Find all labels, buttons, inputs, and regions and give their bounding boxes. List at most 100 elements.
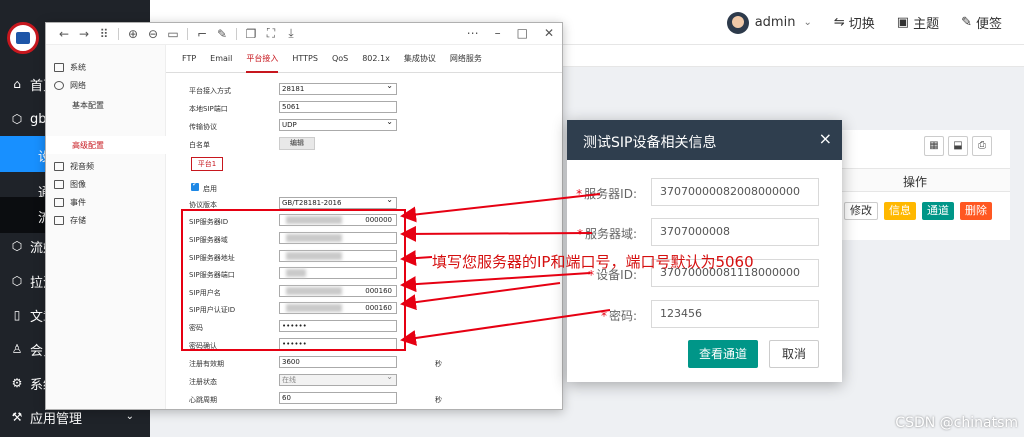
switch-icon: ⇋ bbox=[833, 15, 845, 30]
zoom-out-icon[interactable]: ⊖ bbox=[143, 27, 163, 41]
form-row-enable: 启用 bbox=[189, 180, 549, 195]
doc-icon: ▯ bbox=[13, 308, 21, 322]
close-icon[interactable]: ✕ bbox=[544, 26, 554, 40]
sidebar-item-network[interactable]: 网络 bbox=[54, 80, 86, 91]
copy-icon[interactable]: ❐ bbox=[241, 27, 261, 41]
sidebar-item-basic-config[interactable]: 基本配置 bbox=[72, 100, 104, 111]
edit-button[interactable]: 修改 bbox=[844, 202, 878, 220]
table-toolbar: ▦ ⬓ ⎙ bbox=[924, 136, 992, 156]
wrench-icon: ⚒ bbox=[11, 410, 23, 424]
delete-button[interactable]: 删除 bbox=[960, 202, 992, 220]
annotation-text: 填写您服务器的IP和端口号，端口号默认为5060 bbox=[432, 253, 754, 271]
theme-button[interactable]: ▣ 主题 bbox=[897, 13, 939, 32]
form-row-whitelist: 白名单 编辑 bbox=[189, 137, 549, 151]
register-validity-input[interactable]: 3600 bbox=[279, 356, 397, 368]
screenshot-icon[interactable]: ⛶ bbox=[261, 26, 281, 41]
dialog-header: 测试SIP设备相关信息 × bbox=[567, 120, 842, 160]
download-icon[interactable]: ⤓ bbox=[281, 26, 301, 41]
info-button[interactable]: 信息 bbox=[884, 202, 916, 220]
tab-https[interactable]: HTTPS bbox=[292, 54, 318, 63]
close-icon[interactable]: × bbox=[819, 129, 832, 148]
theme-icon: ▣ bbox=[896, 15, 910, 30]
cube-icon: ⬡ bbox=[11, 239, 23, 253]
view-channels-button[interactable]: 查看通道 bbox=[688, 340, 758, 368]
crop-icon[interactable]: ⌐ bbox=[192, 27, 212, 41]
user-menu[interactable]: admin ⌄ bbox=[726, 11, 812, 34]
table-row-actions: 修改 信息 通道 删除 bbox=[844, 202, 992, 220]
zoom-in-icon[interactable]: ⊕ bbox=[123, 27, 143, 41]
forward-icon[interactable]: → bbox=[74, 27, 94, 41]
maximize-icon[interactable]: □ bbox=[517, 26, 528, 40]
access-mode-select[interactable]: 28181 bbox=[279, 81, 397, 95]
edit-icon[interactable]: ✎ bbox=[212, 27, 232, 41]
sidebar-item-event[interactable]: 事件 bbox=[54, 197, 86, 208]
field-password: * 密码: 123456 bbox=[567, 300, 842, 328]
topbar-actions: admin ⌄ ⇋ 切换 ▣ 主题 ✎ 便签 bbox=[726, 0, 1024, 45]
cube-icon: ⬡ bbox=[11, 112, 23, 126]
avatar bbox=[726, 11, 749, 34]
system-icon bbox=[54, 63, 64, 72]
server-id-input[interactable]: 37070000082008000000 bbox=[651, 178, 819, 206]
tab-platform-access[interactable]: 平台接入 bbox=[246, 53, 279, 73]
video-icon bbox=[54, 162, 64, 171]
apps-icon[interactable]: ⠿ bbox=[94, 27, 114, 41]
back-icon[interactable]: ← bbox=[54, 27, 74, 41]
export-icon[interactable]: ⬓ bbox=[948, 136, 968, 156]
highlight-box bbox=[181, 209, 406, 351]
platform-1-tab[interactable]: 平台1 bbox=[191, 157, 223, 171]
app-logo bbox=[7, 22, 39, 54]
protocol-version-select[interactable]: GB/T28181-2016 bbox=[279, 195, 397, 209]
switch-button[interactable]: ⇋ 切换 bbox=[834, 13, 875, 32]
whitelist-edit-button[interactable]: 编辑 bbox=[279, 137, 315, 150]
tab-qos[interactable]: QoS bbox=[332, 54, 348, 63]
user-icon: ♙ bbox=[11, 342, 23, 356]
sidebar-item-video-audio[interactable]: 视音频 bbox=[54, 161, 94, 172]
dialog-title: 测试SIP设备相关信息 bbox=[583, 135, 717, 151]
register-status-select: 在线 bbox=[279, 372, 397, 386]
form-row-transport: 传输协议 UDP bbox=[189, 117, 549, 133]
config-tabs: FTP Email 平台接入 HTTPS QoS 802.1x 集成协议 网络服… bbox=[166, 45, 562, 73]
chevron-down-icon: ⌄ bbox=[125, 411, 134, 422]
form-row-register-status: 注册状态 在线 bbox=[189, 372, 549, 388]
form-row-local-port: 本地SIP端口 5061 bbox=[189, 101, 549, 115]
camera-sidebar: 系统 网络 基本配置 高级配置 视音频 图像 事件 存储 bbox=[46, 45, 166, 409]
sidebar-item-image[interactable]: 图像 bbox=[54, 179, 86, 190]
sidebar-item-storage[interactable]: 存储 bbox=[54, 215, 86, 226]
form-row-platform-tab: 平台1 bbox=[189, 157, 549, 171]
pen-icon: ✎ bbox=[961, 15, 972, 30]
more-icon[interactable]: ⋯ bbox=[467, 26, 479, 40]
tab-ftp[interactable]: FTP bbox=[182, 54, 196, 63]
cube-icon: ⬡ bbox=[11, 274, 23, 288]
columns-icon[interactable]: ▦ bbox=[924, 136, 944, 156]
image-icon bbox=[54, 180, 64, 189]
gear-icon: ⚙ bbox=[11, 376, 23, 390]
tab-8021x[interactable]: 802.1x bbox=[362, 54, 390, 63]
reader-icon[interactable]: ▭ bbox=[163, 27, 183, 41]
sidebar-item-system[interactable]: 系统 bbox=[54, 62, 86, 73]
tab-integration[interactable]: 集成协议 bbox=[404, 53, 436, 64]
channel-button[interactable]: 通道 bbox=[922, 202, 954, 220]
local-sip-port-input[interactable]: 5061 bbox=[279, 101, 397, 113]
form-row-register-validity: 注册有效期 3600 秒 bbox=[189, 356, 442, 368]
chevron-down-icon: ⌄ bbox=[803, 17, 812, 28]
sidebar-item-advanced-config[interactable]: 高级配置 bbox=[72, 140, 104, 151]
storage-icon bbox=[54, 216, 64, 225]
minimize-icon[interactable]: – bbox=[495, 26, 501, 40]
notes-button[interactable]: ✎ 便签 bbox=[961, 13, 1002, 32]
transport-select[interactable]: UDP bbox=[279, 117, 397, 131]
server-domain-input[interactable]: 3707000008 bbox=[651, 218, 819, 246]
sidebar-highlight bbox=[46, 136, 166, 154]
enable-checkbox[interactable] bbox=[191, 180, 199, 191]
field-server-id: * 服务器ID: 37070000082008000000 bbox=[567, 178, 842, 206]
form-row-access-mode: 平台接入方式 28181 bbox=[189, 81, 549, 97]
print-icon[interactable]: ⎙ bbox=[972, 136, 992, 156]
event-icon bbox=[54, 198, 64, 207]
cancel-button[interactable]: 取消 bbox=[769, 340, 819, 368]
dialog-password-input[interactable]: 123456 bbox=[651, 300, 819, 328]
watermark: CSDN @chinatsm bbox=[895, 415, 1018, 431]
tab-network-service[interactable]: 网络服务 bbox=[450, 53, 482, 64]
heartbeat-input[interactable]: 60 bbox=[279, 392, 397, 404]
browser-toolbar: ← → ⠿ ⊕ ⊖ ▭ ⌐ ✎ ❐ ⛶ ⤓ ⋯ – □ ✕ bbox=[46, 23, 562, 45]
home-icon: ⌂ bbox=[13, 77, 21, 91]
tab-email[interactable]: Email bbox=[210, 54, 232, 63]
